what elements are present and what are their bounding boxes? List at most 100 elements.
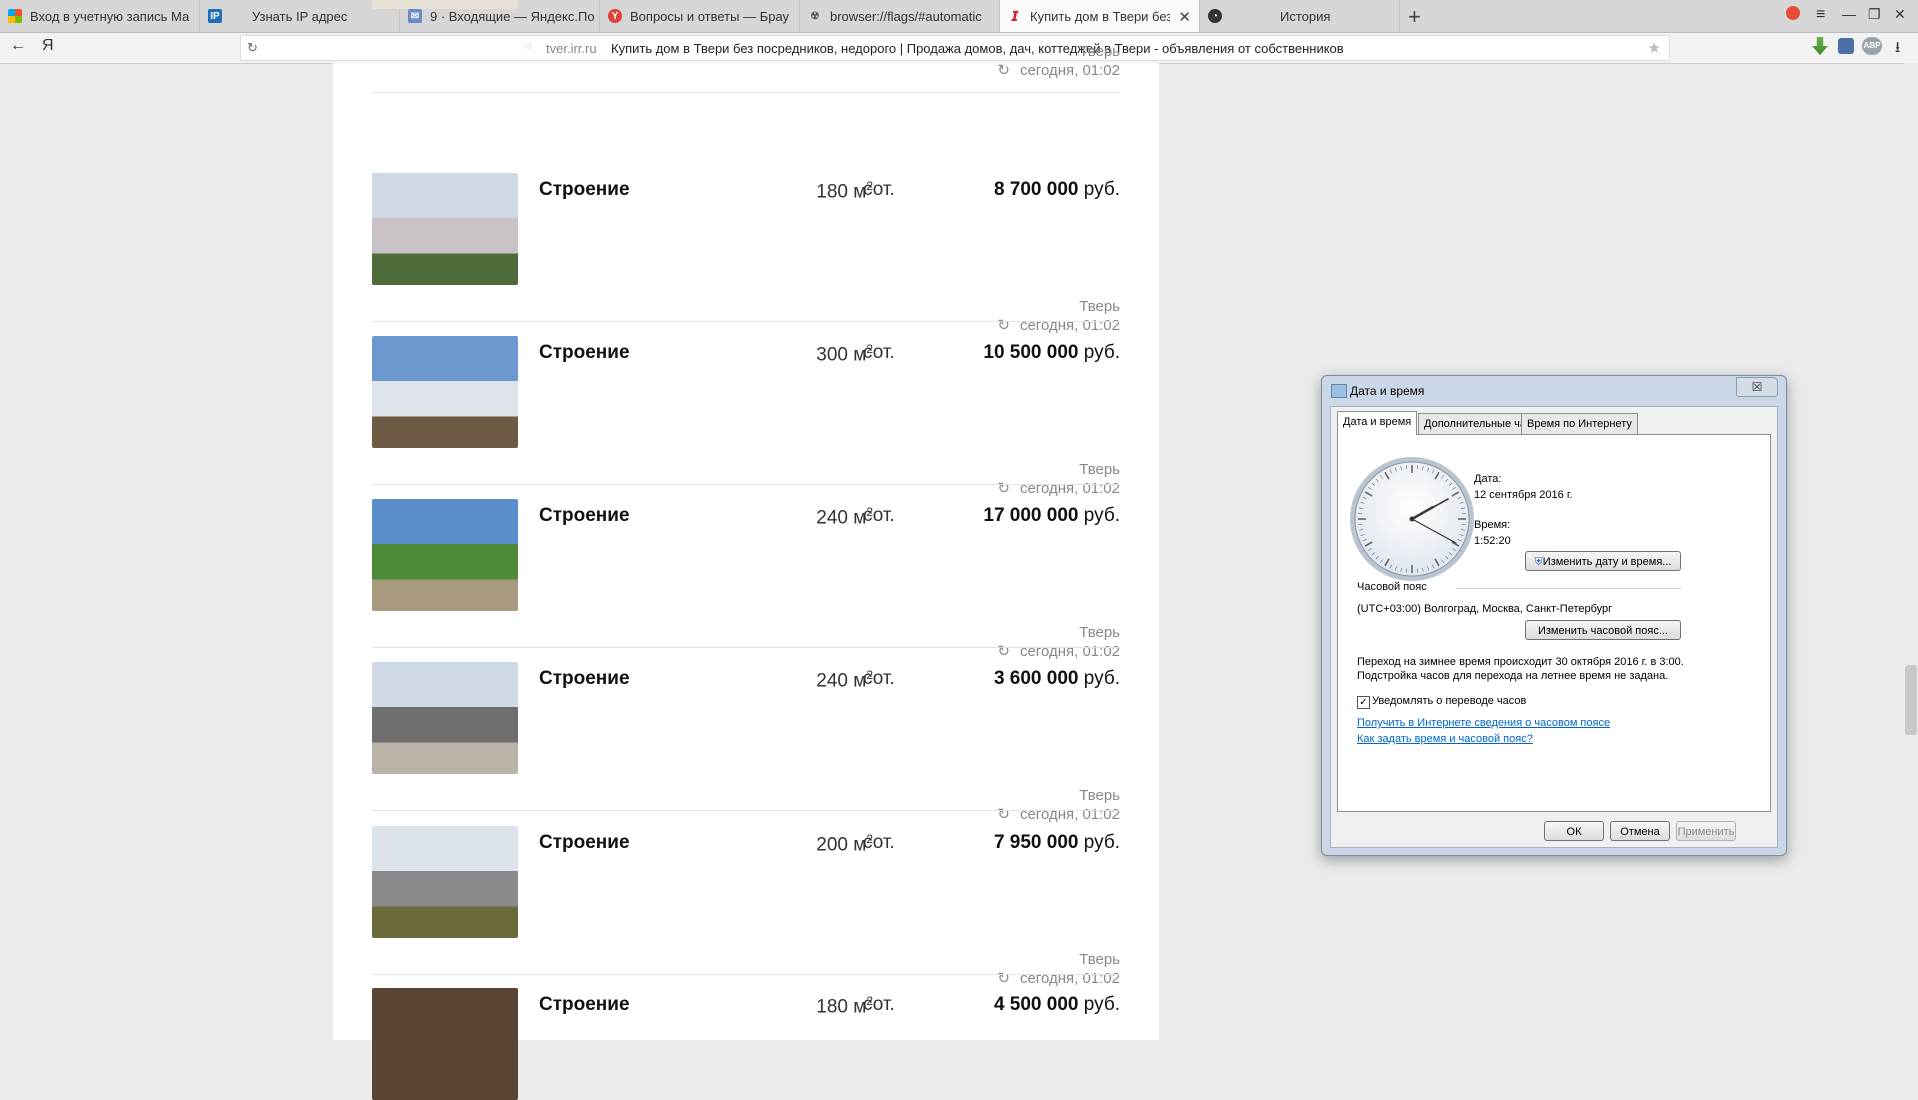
listing-area: 300 м2 [770, 342, 873, 366]
dst-info-line-2: Подстройка часов для перехода на летнее … [1357, 670, 1668, 682]
listing-unit: сот. [863, 668, 895, 690]
listing-photo[interactable] [372, 173, 518, 285]
scrollbar-thumb[interactable] [1905, 665, 1917, 735]
cancel-button[interactable]: Отмена [1610, 821, 1670, 841]
listing-area: 240 м2 [770, 505, 873, 529]
notify-checkbox[interactable]: ✓ [1357, 696, 1370, 709]
area-value: 200 м [816, 834, 866, 855]
datetime-dialog-icon [1331, 384, 1347, 398]
new-tab-button[interactable]: + [1408, 4, 1421, 30]
listing-divider [372, 810, 1120, 811]
url-domain: tver.irr.ru [546, 41, 597, 56]
timezone-info-link[interactable]: Получить в Интернете сведения о часовом … [1357, 717, 1610, 729]
dst-info-line-1: Переход на зимнее время происходит 30 ок… [1357, 656, 1684, 668]
tab-label: Купить дом в Твери без [1030, 9, 1170, 24]
tab-browser-faq[interactable]: Y Вопросы и ответы — Брау [600, 0, 800, 32]
site-info-icon[interactable]: ◌ [525, 40, 532, 52]
listing-title[interactable]: Строение [539, 342, 630, 364]
timezone-divider [1456, 588, 1681, 589]
adblock-icon[interactable]: ABP [1862, 37, 1882, 55]
listing-date: ↻сегодня, 01:02 [997, 969, 1120, 987]
bookmark-star-icon[interactable]: ★ [1648, 39, 1661, 57]
yandex-logo[interactable]: Я [42, 37, 54, 55]
listing-photo[interactable] [372, 336, 518, 448]
microsoft-icon [8, 9, 22, 23]
change-timezone-button[interactable]: Изменить часовой пояс... [1525, 620, 1681, 640]
listing-area: 180 м2 [770, 994, 873, 1018]
tab-bar: Вход в учетную запись Ма IP Узнать IP ад… [0, 0, 1918, 33]
date-text: сегодня, 01:02 [1020, 643, 1120, 660]
change-datetime-button[interactable]: ⛨Изменить дату и время... [1525, 551, 1681, 571]
listing-title[interactable]: Строение [539, 668, 630, 690]
tab-history[interactable]: ◔ История [1200, 0, 1400, 32]
listing-photo[interactable] [372, 826, 518, 938]
downloads-icon[interactable]: ⭳ [1895, 37, 1900, 62]
listing-city: Тверь [1079, 298, 1120, 315]
refresh-icon: ↻ [997, 480, 1010, 497]
listing-date: ↻сегодня, 01:02 [997, 316, 1120, 334]
area-value: 300 м [816, 344, 866, 365]
datetime-dialog: Дата и время ☒ Дата и время Дополнительн… [1321, 375, 1787, 856]
tab-microsoft-login[interactable]: Вход в учетную запись Ма [0, 0, 200, 32]
listing-title[interactable]: Строение [539, 505, 630, 527]
reload-icon[interactable]: ↻ [247, 40, 258, 56]
close-window-icon[interactable]: ✕ [1894, 6, 1906, 23]
refresh-icon: ↻ [997, 970, 1010, 987]
listing-city: Тверь [1079, 787, 1120, 804]
listing-area: 180 м2 [770, 179, 873, 203]
listing-photo[interactable] [372, 988, 518, 1100]
tab-browser-flags[interactable]: ☢ browser://flags/#automatic [800, 0, 1000, 32]
listing-price: 3 600 000 руб. [994, 668, 1120, 690]
close-tab-icon[interactable]: ✕ [1178, 8, 1191, 26]
how-to-set-time-link[interactable]: Как задать время и часовой пояс? [1357, 733, 1533, 745]
refresh-icon: ↻ [997, 62, 1010, 79]
dialog-body: Дата и время Дополнительные часы Время п… [1330, 406, 1778, 848]
listing-photo[interactable] [372, 0, 518, 9]
tab-label: История [1230, 9, 1330, 24]
date-value: 12 сентября 2016 г. [1474, 489, 1573, 501]
tab-date-time[interactable]: Дата и время [1337, 411, 1417, 435]
price-currency: руб. [1084, 832, 1120, 853]
apply-button[interactable]: Применить [1676, 821, 1736, 841]
time-value: 1:52:20 [1474, 535, 1511, 547]
menu-icon[interactable]: ≡ [1816, 6, 1825, 24]
download-icon[interactable] [1812, 37, 1828, 55]
tab-internet-time[interactable]: Время по Интернету [1521, 413, 1638, 434]
address-field[interactable]: ↻ ◌ tver.irr.ru Купить дом в Твери без п… [240, 35, 1670, 61]
refresh-icon: ↻ [997, 806, 1010, 823]
listing-price: 7 950 000 руб. [994, 832, 1120, 854]
listing-price: 10 500 000 руб. [983, 342, 1120, 364]
back-button[interactable]: ← [10, 37, 26, 55]
listing-title[interactable]: Строение [539, 832, 630, 854]
extension-icon[interactable] [1838, 38, 1854, 54]
listing-date: ↻сегодня, 01:02 [997, 479, 1120, 497]
listing-price: 17 000 000 руб. [983, 505, 1120, 527]
dialog-close-button[interactable]: ☒ [1736, 377, 1778, 397]
price-value: 4 500 000 [994, 994, 1079, 1015]
price-currency: руб. [1084, 505, 1120, 526]
listing-photo[interactable] [372, 662, 518, 774]
scrollbar-track[interactable] [1904, 63, 1918, 1040]
flags-icon: ☢ [808, 9, 822, 23]
listing-title[interactable]: Строение [539, 994, 630, 1016]
price-value: 17 000 000 [983, 505, 1078, 526]
refresh-icon: ↻ [997, 317, 1010, 334]
notify-checkbox-label[interactable]: Уведомлять о переводе часов [1372, 695, 1526, 707]
tab-irr-active[interactable]: 𝙄 Купить дом в Твери без ✕ [1000, 0, 1200, 32]
ok-button[interactable]: ОК [1544, 821, 1604, 841]
tab-ip-address[interactable]: IP Узнать IP адрес [200, 0, 400, 32]
tab-label: browser://flags/#automatic [830, 9, 982, 24]
minimize-icon[interactable]: — [1842, 6, 1856, 22]
listing-unit: сот. [863, 505, 895, 527]
change-datetime-label: Изменить дату и время... [1543, 556, 1672, 568]
listing-date: ↻ сегодня, 01:02 [997, 61, 1120, 79]
listing-photo[interactable] [372, 499, 518, 611]
listing-title[interactable]: Строение [539, 179, 630, 201]
listing-price: 4 500 000 руб. [994, 994, 1120, 1016]
date-text: сегодня, 01:02 [1020, 62, 1120, 79]
yandex-protect-icon[interactable] [1786, 6, 1800, 23]
page-title: Купить дом в Твери без посредников, недо… [611, 41, 1344, 56]
restore-icon[interactable]: ❐ [1868, 6, 1881, 23]
dialog-title: Дата и время [1350, 384, 1424, 398]
analog-clock [1348, 455, 1476, 583]
